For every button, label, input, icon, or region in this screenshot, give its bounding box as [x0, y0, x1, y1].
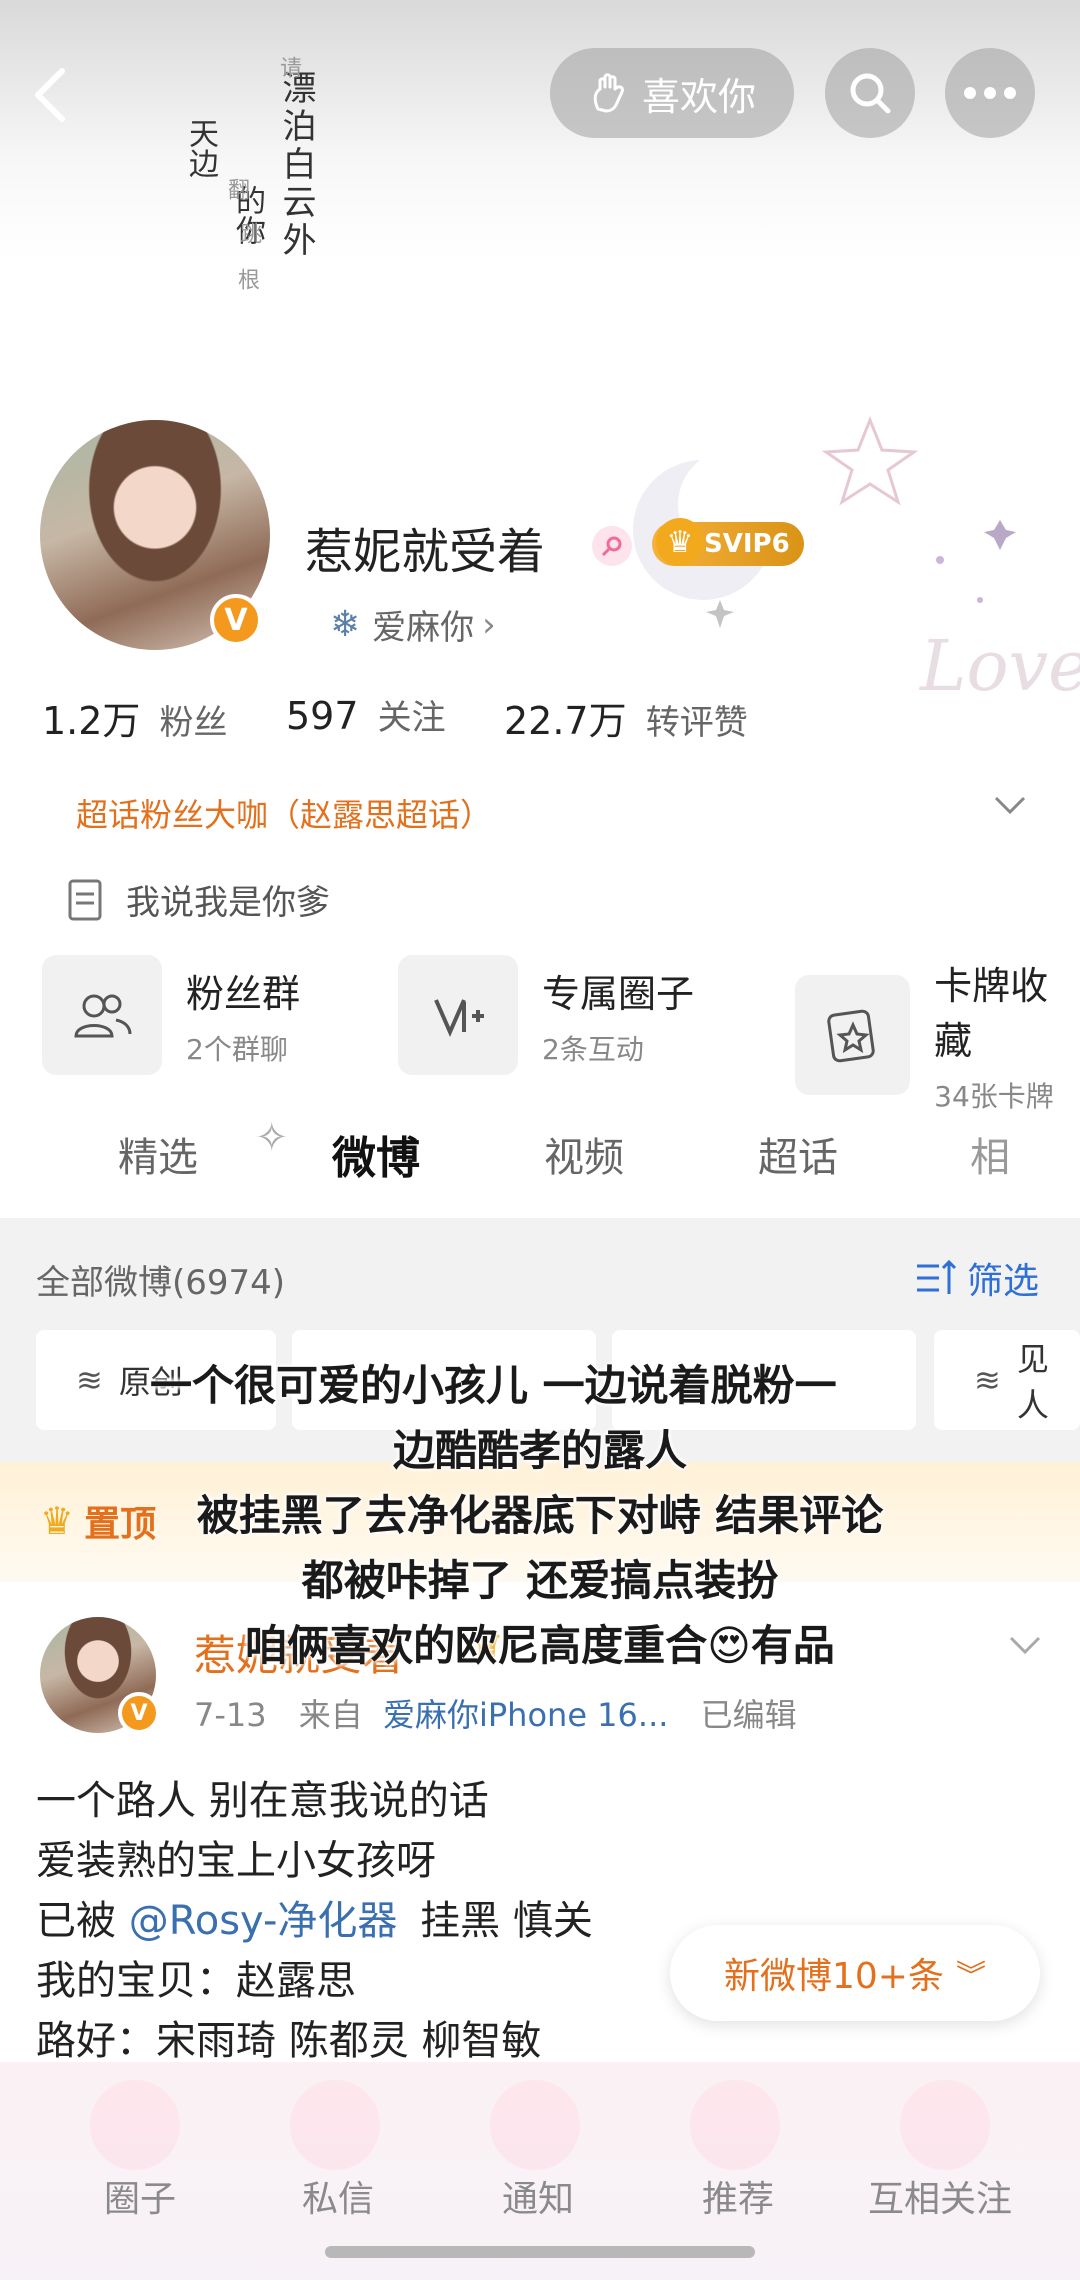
post-line-5: 路好：宋雨琦 陈都灵 柳智敏	[36, 2018, 542, 2064]
group-icon	[42, 955, 162, 1075]
tab-weibo[interactable]: 微博	[332, 1122, 420, 1186]
post-source[interactable]: 爱麻你iPhone 16...	[383, 1696, 668, 1734]
overlay-line-4: 都被咔掉了 还爱搞点装扮	[301, 1556, 779, 1605]
overlay-line-3: 被挂黑了去净化器底下对峙 结果评论	[196, 1491, 884, 1540]
fan-group-title: 粉丝群	[186, 971, 301, 1016]
filter-icon	[917, 1259, 957, 1294]
nav-deco-5	[900, 2080, 990, 2170]
post-line-1: 一个路人 别在意我说的话	[36, 1778, 489, 1824]
filter-label: 筛选	[967, 1261, 1040, 1302]
overlay-line-5: 咱俩喜欢的欧尼高度重合😍有品	[245, 1621, 835, 1670]
nav-messages[interactable]: 私信	[258, 2170, 418, 2222]
cover-poem-small-1: 请	[276, 56, 301, 78]
tab-video[interactable]: 视频	[544, 1125, 624, 1183]
svip-badge[interactable]: ♛ SVIP6	[652, 518, 804, 566]
nav-deco-4	[690, 2080, 780, 2170]
stat-fans-number: 1.2万	[42, 699, 141, 743]
post-date: 7-13	[194, 1696, 267, 1734]
back-button[interactable]	[30, 50, 90, 140]
stat-following-number: 597	[286, 694, 359, 738]
overlay-caption: 一个很可爱的小孩儿 一边说着脱粉一 边酷酷孝的露人 被挂黑了去净化器底下对峙 结…	[0, 1352, 1080, 1673]
card-star-icon	[795, 975, 911, 1095]
post-line-3-prefix: 已被	[36, 1898, 116, 1944]
circle-v-icon	[398, 955, 518, 1075]
search-icon	[850, 73, 891, 114]
nav-notifications[interactable]: 通知	[458, 2170, 618, 2222]
chevron-right-icon: ›	[482, 604, 496, 645]
expand-profile-button[interactable]	[990, 790, 1030, 824]
cover-poem-small-4: 根	[234, 268, 259, 290]
snowflake-icon: ❄	[330, 604, 361, 645]
tab-featured[interactable]: 精选	[118, 1125, 198, 1183]
more-dots-icon	[964, 87, 1016, 99]
profile-cover	[0, 0, 1080, 420]
cover-poem-small-3: 跳	[236, 222, 261, 244]
hand-heart-icon	[593, 73, 624, 113]
overlay-line-1: 一个很可爱的小孩儿 一边说着脱粉一	[150, 1361, 837, 1410]
verified-badge-icon: V	[210, 594, 262, 646]
svip-label: SVIP6	[704, 529, 790, 559]
all-posts-count: 全部微博(6974)	[36, 1263, 286, 1303]
profile-bio-text: 我说我是你爹	[126, 883, 330, 923]
svg-text:Lovely: Lovely	[918, 625, 1080, 700]
fan-group-sub: 2个群聊	[186, 1032, 288, 1066]
profile-sub-link[interactable]: ❄ 爱麻你 ›	[330, 600, 496, 649]
post-mention-link[interactable]: @Rosy-净化器	[129, 1898, 398, 1944]
card-collection-card[interactable]: 卡牌收藏 34张卡牌	[795, 955, 1080, 1115]
more-button[interactable]	[945, 48, 1035, 138]
nav-recommend[interactable]: 推荐	[658, 2170, 818, 2222]
profile-name: 惹妮就受着	[305, 524, 546, 580]
nav-circle[interactable]: 圈子	[60, 2170, 220, 2222]
crown-icon: ♛	[656, 518, 704, 566]
post-meta: 7-13 来自 爱麻你iPhone 16... 已编辑	[194, 1690, 797, 1736]
profile-sub-label: 爱麻你	[372, 608, 475, 648]
cover-poem-main: 漂泊白云外	[276, 70, 316, 260]
stat-following[interactable]: 597 关注	[286, 690, 446, 739]
post-line-3: 已被 @Rosy-净化器 挂黑 慎关	[36, 1888, 593, 1946]
stat-fans-label: 粉丝	[159, 703, 228, 743]
post-line-3-suffix: 挂黑 慎关	[420, 1898, 593, 1944]
tab-album[interactable]: 相	[970, 1125, 1010, 1183]
back-arrow-icon	[35, 68, 65, 122]
filter-button[interactable]: 筛选	[915, 1252, 1039, 1304]
nav-mutual-follow[interactable]: 互相关注	[850, 2170, 1030, 2222]
post-line-4: 我的宝贝：赵露思	[36, 1958, 356, 2004]
chevron-down-icon	[994, 796, 1026, 815]
double-chevron-down-icon: ︾	[955, 1959, 986, 1994]
stat-following-label: 关注	[377, 698, 446, 738]
post-verified-badge-icon: V	[118, 1692, 160, 1734]
card-collection-sub: 34张卡牌	[934, 1080, 1054, 1113]
nav-deco-3	[490, 2080, 580, 2170]
overlay-line-2: 边酷酷孝的露人	[392, 1426, 687, 1475]
fan-group-card[interactable]: 粉丝群 2个群聊	[42, 955, 300, 1075]
stat-interactions[interactable]: 22.7万 转评赞	[504, 690, 748, 745]
nav-deco-2	[290, 2080, 380, 2170]
post-line-2: 爱装熟的宝上小女孩呀	[36, 1838, 436, 1884]
cover-poem-small-2: 翻	[224, 178, 249, 200]
circle-sub: 2条互动	[542, 1032, 644, 1066]
cover-poem-sky: 天边	[183, 118, 218, 178]
search-button[interactable]	[825, 48, 915, 138]
home-indicator	[325, 2246, 755, 2258]
new-posts-label: 新微博10+条	[724, 1956, 944, 1997]
like-you-button[interactable]: 喜欢你	[550, 48, 794, 138]
super-topic-tag[interactable]: 超话粉丝大咖（赵露思超话）	[76, 790, 492, 836]
document-icon	[68, 879, 102, 920]
female-gender-icon	[592, 526, 632, 566]
tab-decoration-icon: ✧	[255, 1115, 289, 1161]
nav-deco-1	[90, 2080, 180, 2170]
circle-card[interactable]: 专属圈子 2条互动	[398, 955, 694, 1075]
profile-bio: 我说我是你爹	[66, 875, 330, 924]
stat-interactions-number: 22.7万	[504, 699, 627, 743]
stat-fans[interactable]: 1.2万 粉丝	[42, 690, 228, 745]
tab-super-topic[interactable]: 超话	[758, 1125, 838, 1183]
new-posts-button[interactable]: 新微博10+条 ︾	[670, 1925, 1040, 2021]
circle-title: 专属圈子	[542, 971, 695, 1016]
like-you-label: 喜欢你	[641, 74, 756, 119]
post-edited: 已编辑	[700, 1696, 797, 1734]
post-source-prefix: 来自	[298, 1696, 363, 1734]
card-collection-title: 卡牌收藏	[934, 964, 1049, 1063]
stat-interactions-label: 转评赞	[645, 703, 748, 743]
